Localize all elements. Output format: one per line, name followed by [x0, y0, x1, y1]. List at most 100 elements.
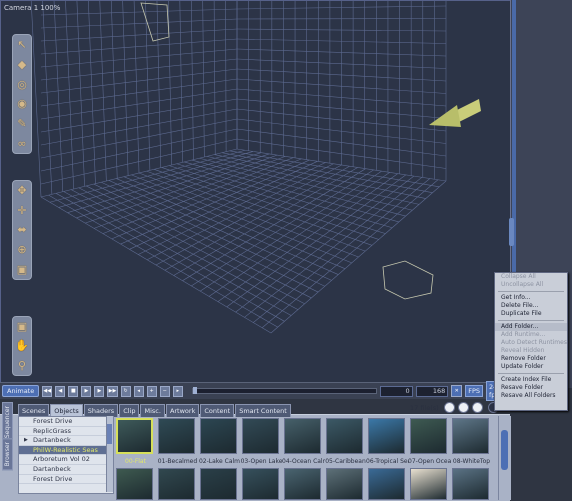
thumbnail-image	[368, 418, 405, 454]
brush-icon[interactable]: ✎	[15, 117, 29, 131]
browser-tab[interactable]: Browser	[2, 438, 13, 471]
thumbnail[interactable]: 05-Caribbean	[325, 418, 366, 465]
thumbnail[interactable]: 01-Becalmed	[158, 418, 197, 465]
animate-button[interactable]: Animate	[2, 385, 40, 397]
thumbnail-scroll-thumb[interactable]	[501, 430, 508, 470]
end-icon[interactable]: ▶▶	[107, 385, 118, 397]
tab-smart-content[interactable]: Smart Content	[235, 404, 291, 417]
thumbnail[interactable]	[242, 468, 279, 500]
playbar: Animate ◀◀ ◀ ■ ▶ ▶ ▶▶ ↻ ◂ + − ▸ 0 168 ✕ …	[0, 381, 510, 401]
thumbnail[interactable]	[452, 468, 489, 500]
tab-content[interactable]: Content	[200, 404, 235, 417]
thumbnail-scrollbar[interactable]	[498, 416, 511, 500]
thumbnail[interactable]: 06-Tropical Sea	[366, 418, 409, 465]
thumbnail[interactable]: 03-Open Lake	[241, 418, 282, 465]
menu-item-remove-folder[interactable]: Remove Folder	[495, 355, 567, 363]
timeline-slider[interactable]	[191, 387, 378, 394]
timeline-knob[interactable]	[192, 387, 197, 394]
thumbnail-image	[158, 468, 195, 500]
move-icon[interactable]: ✥	[15, 184, 29, 198]
rotate-3d-icon[interactable]: ⊕	[15, 243, 29, 257]
thumbnail[interactable]	[410, 468, 447, 500]
folder-item[interactable]: Dartanbeck	[19, 465, 113, 475]
zoom-icon[interactable]: ⚲	[15, 359, 29, 372]
menu-item-auto-detect-runtimes: Auto Detect Runtimes	[501, 339, 567, 346]
folder-item[interactable]: ReplicGrass	[19, 427, 113, 437]
folder-item[interactable]: Forest Drive	[19, 417, 113, 427]
thumbnail[interactable]: 07-Open Ocea	[408, 418, 451, 465]
toolbar-top: ↖ ◆ ◎ ◉ ✎ ∞	[12, 34, 32, 154]
rotate-icon[interactable]: ◎	[15, 77, 29, 91]
thumbnail[interactable]	[326, 468, 363, 500]
folder-scroll-thumb[interactable]	[107, 424, 112, 444]
view-list-icon[interactable]	[444, 402, 455, 413]
total-frames-field[interactable]: 168	[415, 385, 449, 397]
folder-label: PhilW-Realistic Seas	[33, 445, 98, 454]
menu-item-add-folder[interactable]: Add Folder...	[495, 323, 567, 331]
thumbnail-label: 02-Lake Calm	[198, 458, 241, 465]
fps-label[interactable]: FPS	[465, 385, 483, 397]
scale-icon[interactable]: ⬌	[15, 223, 29, 237]
thumbnail[interactable]	[200, 468, 237, 500]
thumbnail[interactable]	[116, 468, 153, 500]
view-large-icon[interactable]	[472, 402, 483, 413]
menu-item-create-index-file[interactable]: Create Index File	[495, 376, 567, 384]
key-next-icon[interactable]: ▸	[172, 385, 183, 397]
thumbnail[interactable]: 04-Ocean Calm	[282, 418, 325, 465]
current-frame-field[interactable]: 0	[380, 385, 413, 397]
key-delete-icon[interactable]: −	[159, 385, 170, 397]
menu-item-update-folder[interactable]: Update Folder	[495, 363, 567, 371]
thumbnail[interactable]: 00-Flat	[116, 418, 153, 465]
select-icon[interactable]: ↖	[15, 38, 29, 52]
thumbnail[interactable]	[368, 468, 405, 500]
tab-misc-[interactable]: Misc.	[140, 404, 165, 417]
folder-item[interactable]: ▶ Dartanbeck	[19, 436, 113, 446]
tab-artwork[interactable]: Artwork	[165, 404, 200, 417]
menu-item-resave-folder[interactable]: Resave Folder	[495, 384, 567, 392]
rewind-icon[interactable]: ◀◀	[42, 385, 53, 397]
thumbnail[interactable]: 02-Lake Calm	[199, 418, 240, 465]
sequencer-tab[interactable]: Sequencer	[2, 402, 13, 443]
thumbnail[interactable]	[284, 468, 321, 500]
folder-item[interactable]: Forest Drive	[19, 475, 113, 485]
next-frame-icon[interactable]: ▶	[94, 385, 105, 397]
menu-separator	[498, 291, 564, 292]
cone-icon[interactable]: ◆	[15, 58, 29, 72]
menu-item-delete-file[interactable]: Delete File...	[495, 302, 567, 310]
key-prev-icon[interactable]: ◂	[133, 385, 144, 397]
key-add-icon[interactable]: +	[146, 385, 157, 397]
box-icon[interactable]: ▣	[15, 262, 29, 276]
stop-icon[interactable]: ■	[68, 385, 79, 397]
thumbnail[interactable]: 08-WhiteTop	[452, 418, 490, 465]
hand-icon[interactable]: ✋	[15, 339, 29, 352]
translate-icon[interactable]: ✛	[15, 204, 29, 218]
folder-label: Forest Drive	[33, 417, 73, 425]
close-icon[interactable]: ✕	[451, 385, 463, 397]
light-arrow-icon	[429, 99, 481, 127]
prev-frame-icon[interactable]: ◀	[55, 385, 66, 397]
tab-clip[interactable]: Clip	[119, 404, 140, 417]
thumbnail-image	[410, 468, 447, 500]
camera-icon[interactable]: ▣	[15, 320, 29, 333]
thumbnail-image	[368, 468, 405, 500]
folder-item[interactable]: Arboretum Vol 02	[19, 455, 113, 465]
thumbnail-image	[116, 418, 153, 454]
folder-label: Dartanbeck	[33, 436, 71, 445]
thumbnail-label: 01-Becalmed	[157, 458, 198, 465]
folder-item[interactable]: PhilW-Realistic Seas	[19, 445, 113, 456]
thumbnail[interactable]	[158, 468, 195, 500]
menu-item-duplicate-file[interactable]: Duplicate File	[495, 310, 567, 318]
toolbar-bottom: ▣ ✋ ⚲	[12, 316, 32, 376]
twist-icon[interactable]: ◉	[15, 97, 29, 111]
chain-icon[interactable]: ∞	[15, 136, 29, 150]
menu-item-resave-all-folders[interactable]: Resave All Folders	[495, 392, 567, 400]
menu-item-add-runtime: Add Runtime...	[501, 331, 546, 338]
right-drawer-tab[interactable]	[509, 218, 514, 246]
play-icon[interactable]: ▶	[81, 385, 92, 397]
menu-item-get-info[interactable]: Get Info...	[495, 294, 567, 302]
folder-scrollbar[interactable]	[106, 416, 113, 492]
expand-arrow-icon[interactable]: ▶	[24, 436, 28, 445]
3d-viewport[interactable]: Camera 1 100%	[0, 0, 512, 388]
view-grid-icon[interactable]	[458, 402, 469, 413]
loop-icon[interactable]: ↻	[120, 385, 131, 397]
